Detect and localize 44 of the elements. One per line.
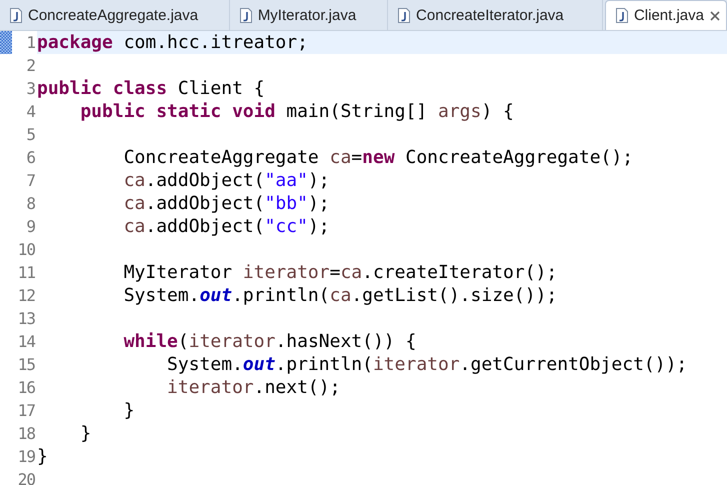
editor-tab[interactable]: MyIterator.java xyxy=(230,0,388,30)
line-number: 14 xyxy=(16,331,36,353)
editor-tab[interactable]: ConcreateIterator.java xyxy=(388,0,603,30)
line-number: 17 xyxy=(16,400,36,422)
code-line: } xyxy=(122,400,135,421)
code-line: } xyxy=(37,446,48,467)
code-line: package com.hcc.itreator; xyxy=(37,32,308,53)
line-number: 20 xyxy=(16,469,36,485)
close-icon[interactable] xyxy=(710,10,720,20)
code-line: ca.addObject("aa"); xyxy=(122,170,330,191)
line-number: 12 xyxy=(16,285,36,307)
line-number: 11 xyxy=(16,262,36,284)
line-number: 6 xyxy=(25,147,36,169)
code-line: System.out.println(ca.getList().size()); xyxy=(122,285,558,306)
line-number: 3 xyxy=(25,78,36,100)
java-file-icon xyxy=(616,8,628,23)
line-number: 13 xyxy=(16,308,36,330)
line-number: 1 xyxy=(25,32,36,54)
line-number: 10 xyxy=(16,239,36,261)
line-number: 8 xyxy=(25,193,36,215)
code-line: ca.addObject("cc"); xyxy=(122,216,330,237)
java-file-icon xyxy=(10,8,22,22)
java-file-icon xyxy=(398,8,410,22)
editor-tab[interactable]: Client.java xyxy=(604,0,727,30)
line-number: 7 xyxy=(25,170,36,192)
code-line: public class Client { xyxy=(37,78,265,99)
line-number: 4 xyxy=(25,101,36,123)
code-line: public static void main(String[] args) { xyxy=(79,101,514,122)
java-file-icon xyxy=(240,8,252,22)
line-number: 5 xyxy=(25,124,36,146)
line-number: 9 xyxy=(25,216,36,238)
code-line: System.out.println(iterator.getCurrentObject()); xyxy=(166,354,688,375)
editor-tab[interactable]: ConcreateAggregate.java xyxy=(0,0,230,30)
code-line: MyIterator iterator=ca.createIterator(); xyxy=(122,262,558,283)
code-line: ConcreateAggregate ca=new ConcreateAggregate(); xyxy=(122,147,634,168)
code-line: iterator.next(); xyxy=(166,377,340,398)
line-number: 2 xyxy=(25,55,36,77)
line-number: 18 xyxy=(16,423,36,445)
line-number: 19 xyxy=(16,446,36,468)
line-number: 15 xyxy=(16,354,36,376)
code-line: } xyxy=(79,423,92,444)
code-line: while(iterator.hasNext()) { xyxy=(122,331,416,352)
line-number: 16 xyxy=(16,377,36,399)
code-line: ca.addObject("bb"); xyxy=(122,193,330,214)
